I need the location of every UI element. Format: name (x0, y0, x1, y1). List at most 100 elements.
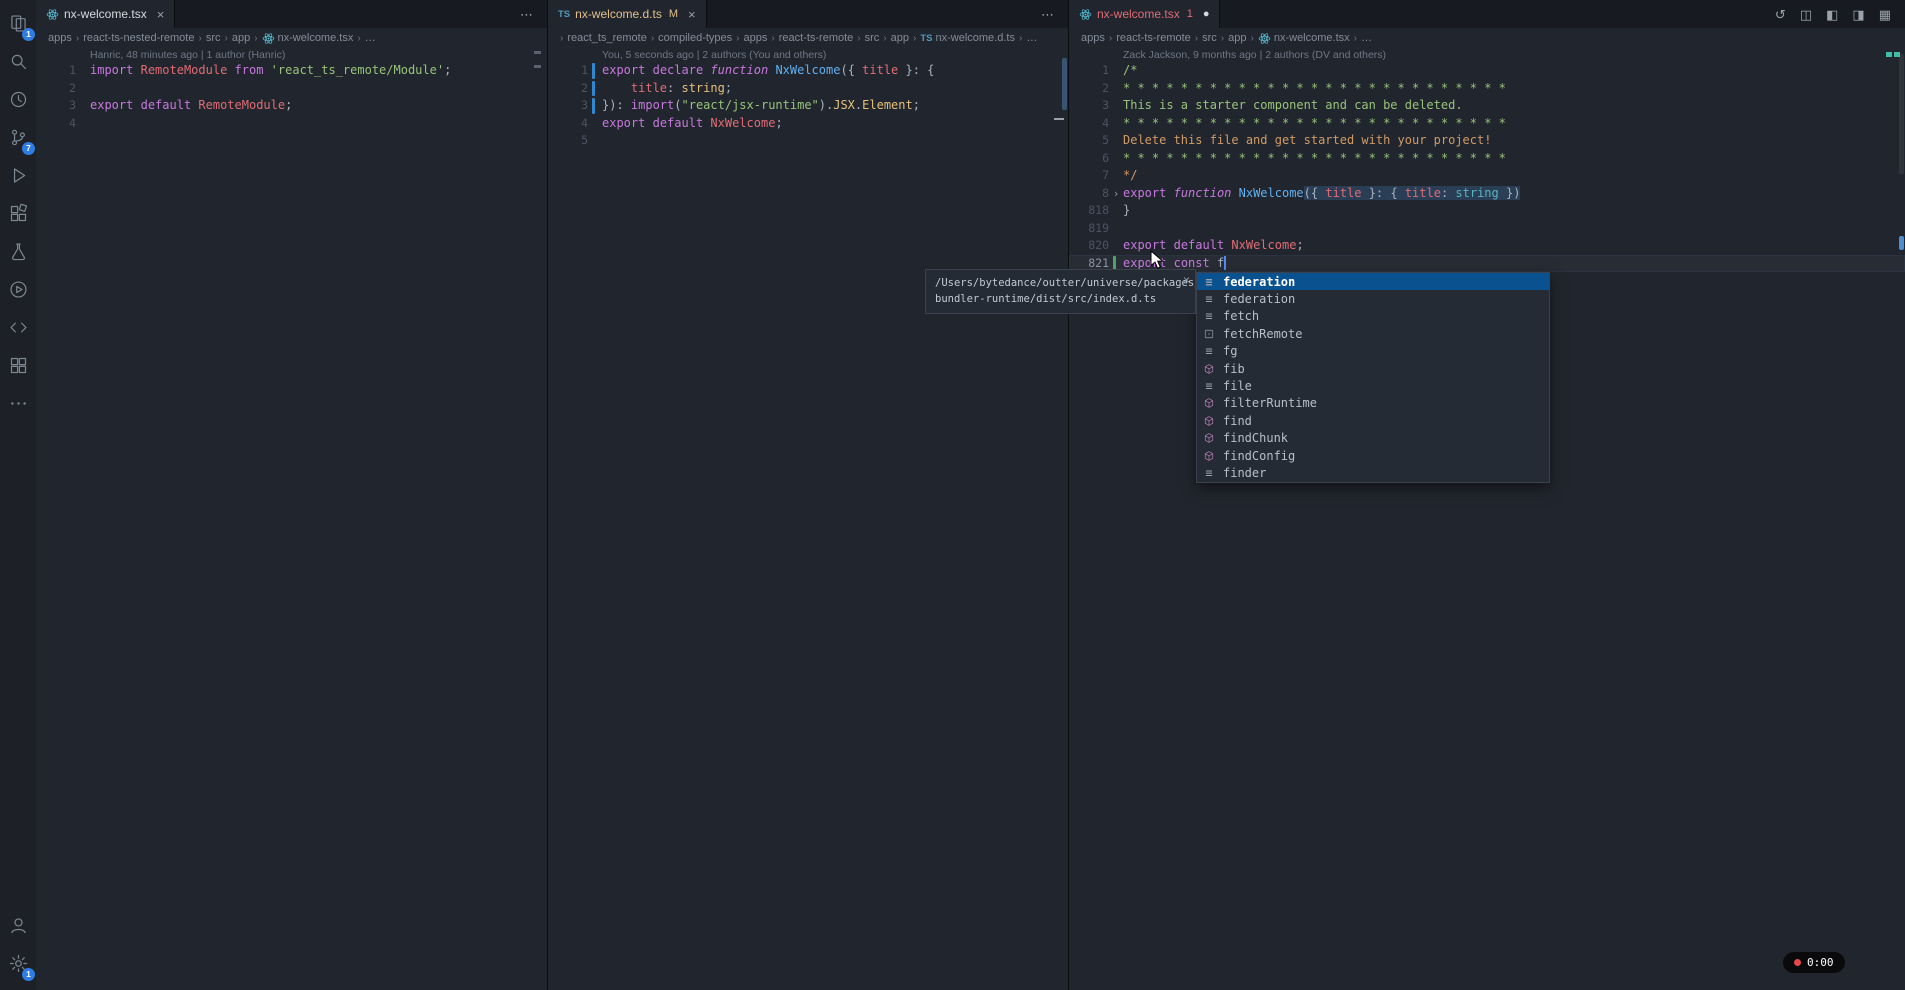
breadcrumb-item[interactable]: nx-welcome.tsx (262, 32, 354, 45)
play-circle-icon[interactable] (0, 270, 36, 308)
code-line-2[interactable]: 2* * * * * * * * * * * * * * * * * * * *… (1069, 80, 1905, 98)
source-control-icon[interactable]: 7 (0, 118, 36, 156)
code-line-1[interactable]: 1import RemoteModule from 'react_ts_remo… (36, 62, 547, 80)
breadcrumb-item[interactable]: react-ts-remote (779, 32, 854, 44)
gutter-modified-mark (592, 81, 595, 97)
fold-gutter (588, 115, 602, 133)
code-editor[interactable]: Hanric, 48 minutes ago | 1 author (Hanri… (36, 48, 547, 990)
extensions-icon[interactable] (0, 194, 36, 232)
code-text: This is a starter component and can be d… (1123, 97, 1463, 115)
blame-annotation[interactable]: Zack Jackson, 9 months ago | 2 authors (… (1069, 48, 1905, 62)
breadcrumb-item[interactable]: nx-welcome.tsx (1258, 32, 1350, 45)
suggestion-file[interactable]: ≡file (1197, 377, 1549, 394)
code-editor[interactable]: Zack Jackson, 9 months ago | 2 authors (… (1069, 48, 1905, 990)
close-icon[interactable]: × (1183, 272, 1190, 288)
code-line-819[interactable]: 819 (1069, 220, 1905, 238)
explorer-icon[interactable]: 1 (0, 4, 36, 42)
breadcrumb-item[interactable]: apps (1081, 32, 1105, 44)
gutter-modified-mark (592, 98, 595, 114)
breadcrumb-item[interactable]: apps (744, 32, 768, 44)
breadcrumb-item[interactable]: src (1202, 32, 1217, 44)
code-line-3[interactable]: 3This is a starter component and can be … (1069, 97, 1905, 115)
suggestion-findChunk[interactable]: findChunk (1197, 430, 1549, 447)
more-actions-icon[interactable]: ⋯ (520, 8, 533, 21)
code-line-5[interactable]: 5 (548, 132, 1068, 150)
fold-gutter (1109, 132, 1123, 150)
suggestion-federation[interactable]: ≡federation (1197, 273, 1549, 290)
toggle-panel-icon[interactable]: ◨ (1852, 8, 1864, 21)
tab-nx-welcome.tsx[interactable]: nx-welcome.tsx1● (1069, 0, 1220, 28)
suggestion-fib[interactable]: fib (1197, 360, 1549, 377)
blame-annotation[interactable]: Hanric, 48 minutes ago | 1 author (Hanri… (36, 48, 547, 62)
code-text: export function NxWelcome({ title }: { t… (1123, 185, 1520, 203)
remote-icon[interactable] (0, 308, 36, 346)
breadcrumb-item[interactable]: app (232, 32, 250, 44)
breadcrumb-item[interactable]: compiled-types (658, 32, 732, 44)
dirty-dot-icon[interactable]: ● (1203, 8, 1210, 20)
code-line-1[interactable]: 1export declare function NxWelcome({ tit… (548, 62, 1068, 80)
breadcrumb-label: src (1202, 32, 1217, 44)
scrollbar-thumb[interactable] (1062, 58, 1067, 110)
suggestion-findConfig[interactable]: findConfig (1197, 447, 1549, 464)
breadcrumb-item[interactable]: react-ts-remote (1116, 32, 1191, 44)
suggestion-fetchRemote[interactable]: fetchRemote (1197, 325, 1549, 342)
code-line-3[interactable]: 3}): import("react/jsx-runtime").JSX.Ele… (548, 97, 1068, 115)
code-line-5[interactable]: 5Delete this file and get started with y… (1069, 132, 1905, 150)
settings-icon[interactable]: 1 (0, 944, 36, 982)
history-icon[interactable] (0, 80, 36, 118)
more-icon[interactable] (0, 384, 36, 422)
suggestion-find[interactable]: find (1197, 412, 1549, 429)
code-line-4[interactable]: 4* * * * * * * * * * * * * * * * * * * *… (1069, 115, 1905, 133)
suggestion-federation[interactable]: ≡federation (1197, 290, 1549, 307)
code-line-1[interactable]: 1/* (1069, 62, 1905, 80)
blame-annotation[interactable]: You, 5 seconds ago | 2 authors (You and … (548, 48, 1068, 62)
code-line-8[interactable]: 8›export function NxWelcome({ title }: {… (1069, 185, 1905, 203)
suggestion-fg[interactable]: ≡fg (1197, 343, 1549, 360)
breadcrumb-item[interactable]: TSnx-welcome.d.ts (920, 32, 1015, 44)
code-line-4[interactable]: 4 (36, 115, 547, 133)
breadcrumb-item[interactable]: src (865, 32, 880, 44)
scrollbar-thumb[interactable] (1899, 236, 1904, 250)
suggestion-fetch[interactable]: ≡fetch (1197, 308, 1549, 325)
breadcrumb-item[interactable]: … (1361, 32, 1372, 44)
breadcrumb-label: react-ts-nested-remote (83, 32, 194, 44)
more-actions-icon[interactable]: ⋯ (1041, 8, 1054, 21)
suggestion-finder[interactable]: ≡finder (1197, 464, 1549, 481)
scrollbar-track[interactable] (1899, 54, 1904, 174)
grid-icon[interactable] (0, 346, 36, 384)
breadcrumb-item[interactable]: … (1026, 32, 1037, 44)
breadcrumb-item[interactable]: src (206, 32, 221, 44)
suggestion-filterRuntime[interactable]: filterRuntime (1197, 395, 1549, 412)
discard-changes-icon[interactable]: ↺ (1775, 8, 1786, 21)
code-line-3[interactable]: 3export default RemoteModule; (36, 97, 547, 115)
breadcrumb-item[interactable]: app (891, 32, 909, 44)
code-line-7[interactable]: 7*/ (1069, 167, 1905, 185)
code-line-820[interactable]: 820export default NxWelcome; (1069, 237, 1905, 255)
code-line-2[interactable]: 2 (36, 80, 547, 98)
code-line-6[interactable]: 6* * * * * * * * * * * * * * * * * * * *… (1069, 150, 1905, 168)
split-editor-icon[interactable]: ◫ (1800, 8, 1812, 21)
breadcrumb-item[interactable]: … (365, 32, 376, 44)
toggle-primary-sidebar-icon[interactable]: ◧ (1826, 8, 1838, 21)
line-number: 1 (1069, 62, 1109, 80)
text-suggestion-icon: ≡ (1201, 310, 1217, 322)
fold-chevron-icon[interactable]: › (1109, 185, 1123, 203)
testing-icon[interactable] (0, 232, 36, 270)
run-debug-icon[interactable] (0, 156, 36, 194)
code-editor[interactable]: You, 5 seconds ago | 2 authors (You and … (548, 48, 1068, 990)
breadcrumb-item[interactable]: react_ts_remote (567, 32, 646, 44)
code-line-2[interactable]: 2 title: string; (548, 80, 1068, 98)
search-icon[interactable] (0, 42, 36, 80)
close-icon[interactable]: × (688, 8, 696, 21)
breadcrumb-item[interactable]: react-ts-nested-remote (83, 32, 194, 44)
close-icon[interactable]: × (157, 8, 165, 21)
customize-layout-icon[interactable]: ▦ (1879, 8, 1891, 21)
tab-nx-welcome.d.ts[interactable]: TSnx-welcome.d.tsM× (548, 0, 707, 28)
code-line-4[interactable]: 4export default NxWelcome; (548, 115, 1068, 133)
module-suggestion-icon (1201, 432, 1217, 444)
code-line-818[interactable]: 818} (1069, 202, 1905, 220)
breadcrumb-item[interactable]: apps (48, 32, 72, 44)
breadcrumb-item[interactable]: app (1228, 32, 1246, 44)
account-icon[interactable] (0, 906, 36, 944)
tab-nx-welcome.tsx[interactable]: nx-welcome.tsx× (36, 0, 175, 28)
